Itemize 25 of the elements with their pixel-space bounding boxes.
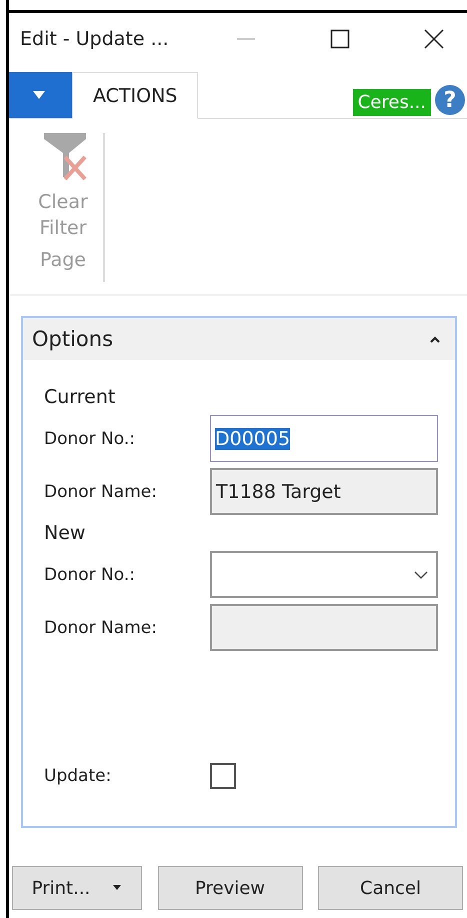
chevron-down-icon: [414, 570, 428, 578]
section-heading: New: [44, 521, 86, 546]
section-heading: Current: [44, 385, 116, 410]
close-icon[interactable]: [424, 29, 444, 49]
group-label: Page: [40, 249, 86, 271]
window-title: Edit - Update ...: [20, 28, 170, 50]
caret-icon: [112, 885, 122, 891]
split-button[interactable]: Print...: [12, 866, 142, 910]
readonly-field: T1188 Target: [210, 468, 438, 515]
ribbon-tab[interactable]: ACTIONS: [72, 72, 198, 119]
options-header[interactable]: Options: [23, 318, 455, 360]
caret-icon: [33, 91, 45, 99]
clear-filter-icon: [43, 133, 89, 181]
dialog-button[interactable]: Cancel: [318, 866, 463, 910]
dialog-button[interactable]: Preview: [158, 866, 302, 910]
field-label: Update:: [44, 766, 112, 786]
field-label: Donor Name:: [44, 482, 158, 502]
field-label: Donor No.:: [44, 564, 136, 584]
dropdown-field[interactable]: [210, 551, 438, 598]
maximize-icon[interactable]: [330, 29, 350, 49]
field-label: Donor No.:: [44, 428, 136, 448]
update-checkbox[interactable]: [210, 762, 236, 788]
field-label: Donor Name:: [44, 618, 158, 638]
help-button[interactable]: ?: [435, 85, 465, 115]
input-field[interactable]: D00005: [210, 415, 438, 462]
